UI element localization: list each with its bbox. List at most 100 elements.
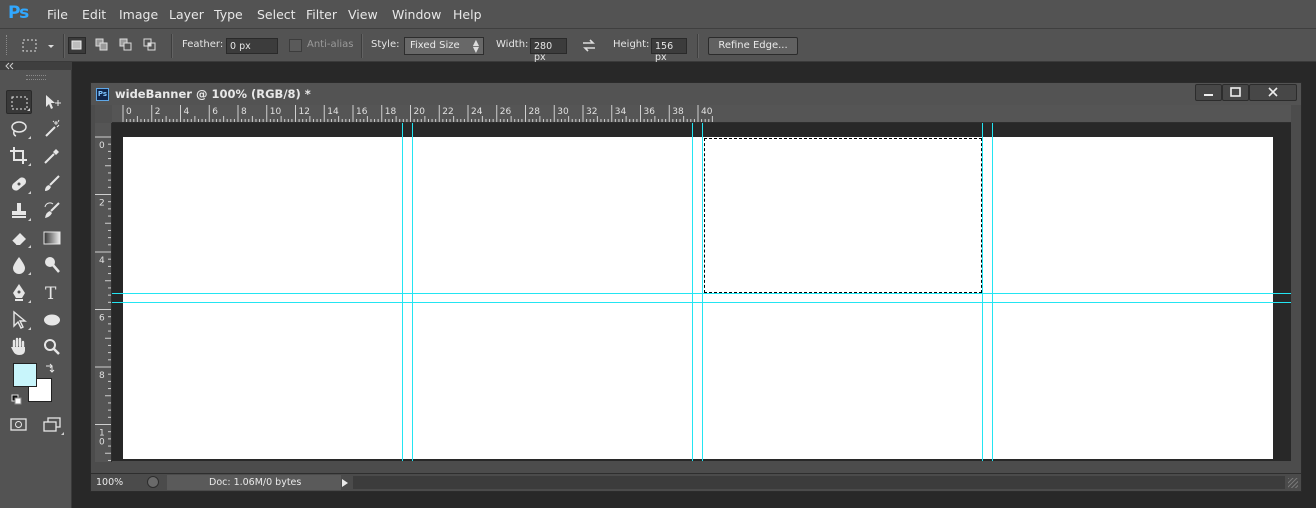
- refine-edge-button[interactable]: Refine Edge...: [708, 37, 798, 55]
- minimize-icon: [1204, 94, 1213, 96]
- eraser-tool[interactable]: [6, 226, 32, 250]
- swap-colors-icon: [46, 363, 55, 373]
- antialias-label: Anti-alias: [307, 39, 354, 50]
- gradient-tool[interactable]: [39, 226, 65, 250]
- foreground-color-swatch[interactable]: [13, 363, 37, 387]
- ruler-label: 6: [99, 314, 105, 324]
- add-to-selection-button[interactable]: [94, 37, 112, 54]
- ruler-label: 16: [356, 107, 368, 117]
- default-colors-button[interactable]: [11, 394, 23, 406]
- quick-mask-button[interactable]: [6, 413, 32, 437]
- feather-input[interactable]: 0 px: [226, 38, 278, 54]
- menu-layer[interactable]: Layer: [169, 7, 204, 22]
- subtract-from-selection-button[interactable]: [118, 37, 136, 54]
- path-selection-icon: [13, 310, 27, 329]
- path-selection-tool[interactable]: [6, 308, 32, 332]
- hand-tool[interactable]: [6, 335, 32, 359]
- menu-filter[interactable]: Filter: [306, 7, 337, 22]
- move-tool[interactable]: [39, 90, 65, 114]
- resize-grip[interactable]: [1288, 478, 1298, 488]
- crop-tool[interactable]: [6, 144, 32, 168]
- horizontal-ruler[interactable]: 0 2 4 6 8 10 12 14 16 18 20 22 24 26 28 30 32 34 36 38 40: [112, 105, 1291, 123]
- ellipse-tool[interactable]: [39, 308, 65, 332]
- separator: [171, 34, 173, 58]
- menu-select[interactable]: Select: [257, 7, 296, 22]
- clone-stamp-icon: [12, 203, 26, 218]
- status-menu-arrow-icon[interactable]: [342, 479, 348, 487]
- ruler-label: 32: [586, 107, 597, 117]
- rectangular-marquee-tool[interactable]: [6, 90, 32, 114]
- healing-brush-tool[interactable]: [6, 172, 32, 196]
- lasso-tool[interactable]: [6, 117, 32, 141]
- ruler-label: 38: [672, 107, 684, 117]
- ruler-label: 8: [99, 371, 105, 381]
- ruler-label: 36: [644, 107, 656, 117]
- submenu-indicator: [28, 136, 31, 139]
- swap-dimensions-button[interactable]: [580, 37, 598, 55]
- canvas[interactable]: [123, 137, 1273, 459]
- vertical-guide[interactable]: [992, 123, 993, 461]
- submenu-indicator: [61, 432, 64, 435]
- swap-colors-button[interactable]: [44, 362, 56, 374]
- history-brush-tool[interactable]: [39, 199, 65, 223]
- screen-mode-button[interactable]: [39, 413, 65, 437]
- magic-wand-icon: [45, 119, 60, 137]
- vertical-guide[interactable]: [702, 123, 703, 461]
- horizontal-scrollbar[interactable]: [353, 476, 1285, 489]
- pen-tool[interactable]: [6, 281, 32, 305]
- svg-text:T: T: [45, 284, 57, 303]
- close-button[interactable]: [1249, 84, 1297, 101]
- zoom-icon: [44, 339, 60, 355]
- pasteboard[interactable]: [112, 123, 1291, 461]
- horizontal-guide[interactable]: [112, 293, 1291, 294]
- menu-window[interactable]: Window: [392, 7, 441, 22]
- vertical-guide[interactable]: [402, 123, 403, 461]
- ruler-origin[interactable]: [95, 105, 112, 123]
- submenu-indicator: [28, 191, 31, 194]
- eyedropper-tool[interactable]: [39, 144, 65, 168]
- vertical-ruler[interactable]: 0246810: [95, 123, 112, 462]
- ruler-label: 18: [385, 107, 397, 117]
- tools-panel-header[interactable]: [0, 62, 72, 70]
- marquee-preset-icon: [22, 39, 54, 52]
- tools-grip[interactable]: [26, 75, 46, 80]
- clone-stamp-tool[interactable]: [6, 199, 32, 223]
- new-selection-button[interactable]: [68, 37, 86, 54]
- menu-view[interactable]: View: [348, 7, 378, 22]
- menu-help[interactable]: Help: [453, 7, 482, 22]
- selection-marquee[interactable]: [704, 138, 982, 293]
- vertical-guide[interactable]: [412, 123, 413, 461]
- maximize-button[interactable]: [1222, 84, 1249, 101]
- ruler-label: 0: [99, 141, 105, 151]
- style-label: Style:: [371, 39, 400, 50]
- dodge-tool[interactable]: [39, 253, 65, 277]
- menu-edit[interactable]: Edit: [82, 7, 106, 22]
- menu-type[interactable]: Type: [214, 7, 243, 22]
- intersect-selection-button[interactable]: [142, 37, 160, 54]
- magic-wand-tool[interactable]: [39, 117, 65, 141]
- vertical-guide[interactable]: [692, 123, 693, 461]
- blur-tool[interactable]: [6, 253, 32, 277]
- zoom-level[interactable]: 100%: [96, 477, 123, 488]
- tool-preset-picker[interactable]: [18, 36, 58, 56]
- document-title-bar[interactable]: Ps wideBanner @ 100% (RGB/8) *: [91, 83, 1301, 105]
- horizontal-guide[interactable]: [112, 302, 1291, 303]
- style-dropdown[interactable]: Fixed Size ▲ ▼: [404, 37, 484, 55]
- close-icon: [1268, 87, 1278, 97]
- ruler-label: 6: [212, 107, 218, 117]
- width-input[interactable]: 280 px: [530, 38, 567, 63]
- quick-mask-icon: [10, 418, 27, 431]
- zoom-tool[interactable]: [39, 335, 65, 359]
- status-info-icon[interactable]: [147, 476, 159, 488]
- vertical-guide[interactable]: [982, 123, 983, 461]
- menu-file[interactable]: File: [47, 7, 68, 22]
- height-input[interactable]: 156 px: [651, 38, 687, 63]
- type-tool[interactable]: T: [39, 281, 65, 305]
- menu-image[interactable]: Image: [119, 7, 158, 22]
- brush-tool[interactable]: [39, 172, 65, 196]
- minimize-button[interactable]: [1195, 84, 1222, 101]
- ruler-label: 26: [500, 107, 512, 117]
- hand-icon: [11, 337, 25, 355]
- antialias-checkbox[interactable]: [289, 39, 302, 52]
- submenu-indicator: [28, 300, 31, 303]
